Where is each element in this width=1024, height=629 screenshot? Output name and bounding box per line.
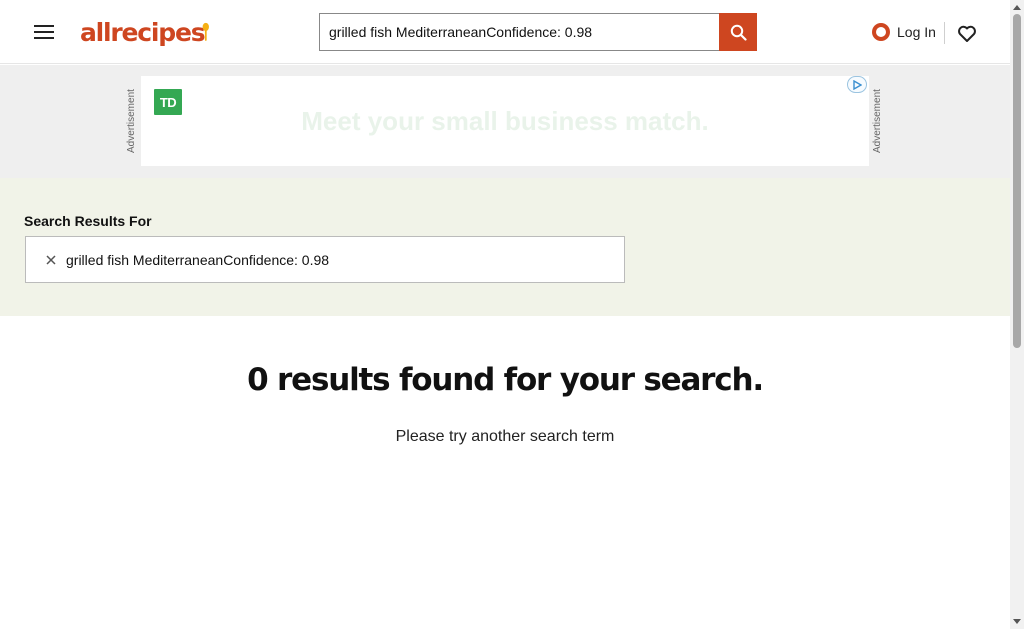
scroll-down-arrow-icon[interactable] bbox=[1010, 615, 1024, 629]
ad-headline: Meet your small business match. bbox=[301, 106, 709, 136]
hamburger-menu-icon[interactable] bbox=[30, 18, 58, 46]
advertisement-banner[interactable]: TD Meet your small business match. bbox=[141, 76, 869, 166]
saved-recipes-button[interactable] bbox=[955, 21, 979, 47]
no-results-title: 0 results found for your search. bbox=[247, 362, 764, 398]
logo-text: allrecipes bbox=[80, 17, 206, 47]
results-search-field bbox=[25, 236, 625, 283]
no-results-subtitle: Please try another search term bbox=[395, 428, 615, 445]
advertisement-label-left: Advertisement bbox=[126, 89, 137, 153]
site-header: allrecipes Log In bbox=[0, 0, 1010, 64]
page: allrecipes Log In bbox=[0, 0, 1024, 629]
results-search-input[interactable] bbox=[66, 251, 586, 268]
search-button[interactable] bbox=[719, 13, 757, 51]
heart-icon bbox=[958, 25, 976, 42]
allrecipes-logo[interactable]: allrecipes bbox=[80, 14, 210, 50]
header-divider bbox=[944, 22, 945, 44]
search-input[interactable] bbox=[319, 13, 719, 51]
advertisement-label-right: Advertisement bbox=[872, 89, 883, 153]
search-results-label: Search Results For bbox=[24, 213, 152, 229]
spoon-icon bbox=[203, 22, 210, 41]
adchoices-icon[interactable] bbox=[847, 76, 867, 93]
login-label: Log In bbox=[897, 24, 936, 40]
user-icon bbox=[872, 23, 890, 41]
scrollbar-thumb[interactable] bbox=[1013, 14, 1021, 348]
login-button[interactable]: Log In bbox=[868, 19, 939, 45]
scroll-up-arrow-icon[interactable] bbox=[1010, 0, 1024, 14]
close-icon[interactable] bbox=[40, 250, 62, 270]
page-scrollbar[interactable] bbox=[1010, 0, 1024, 629]
search-icon bbox=[730, 24, 747, 41]
header-search bbox=[319, 13, 757, 51]
